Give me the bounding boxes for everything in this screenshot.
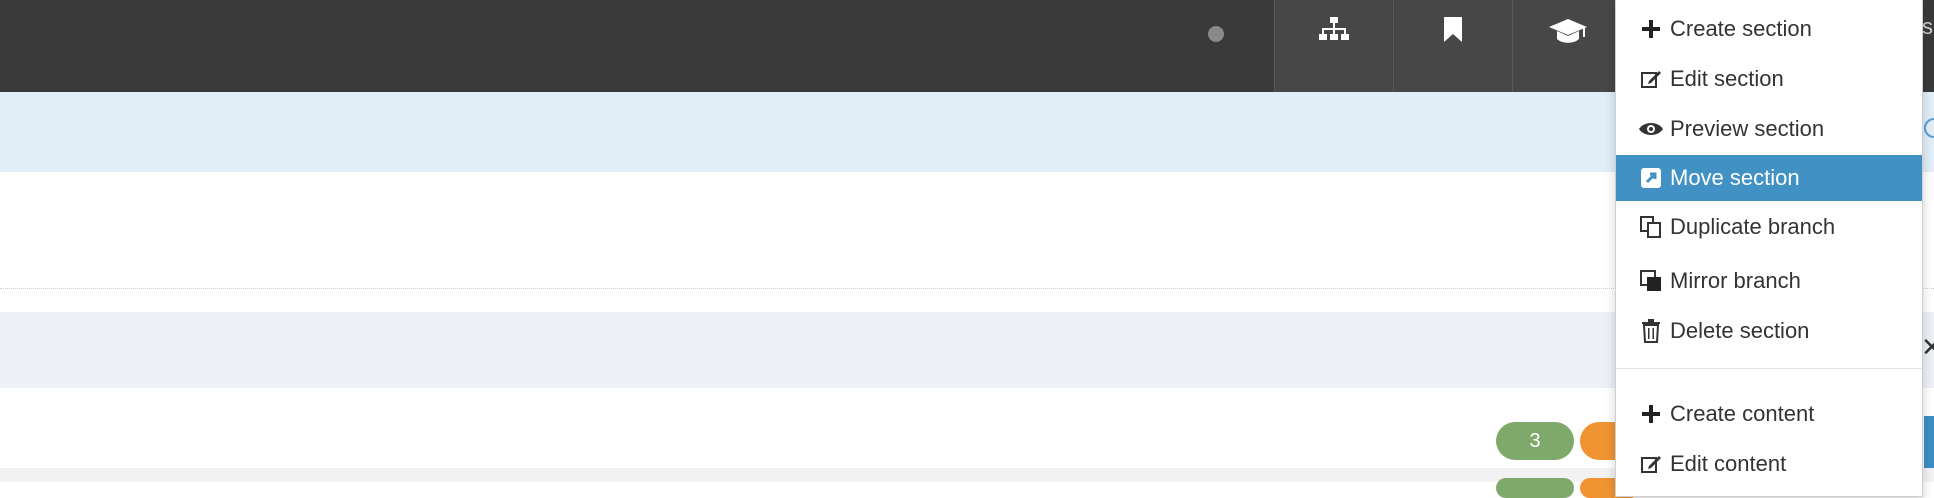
copy-icon (1636, 215, 1666, 239)
menu-item-mirror-branch[interactable]: Mirror branch (1616, 258, 1922, 304)
plus-icon (1636, 404, 1666, 424)
count-badge-lower (1496, 478, 1574, 498)
clipped-label: s (1922, 14, 1933, 39)
menu-item-create-section[interactable]: Create section (1616, 6, 1922, 52)
count-badge: 3 (1496, 422, 1574, 460)
sitemap-button[interactable] (1274, 0, 1393, 92)
trash-icon (1636, 319, 1666, 343)
bookmark-button[interactable] (1393, 0, 1512, 92)
menu-item-label: Create section (1670, 16, 1812, 41)
menu-item-move-section[interactable]: Move section (1616, 155, 1922, 201)
section-actions-dropdown: Create section Edit section Preview sect… (1615, 0, 1923, 497)
menu-item-duplicate-branch[interactable]: Duplicate branch (1616, 204, 1922, 250)
plus-icon (1636, 19, 1666, 39)
edit-icon (1636, 453, 1666, 475)
bookmark-icon (1444, 17, 1462, 42)
move-icon (1636, 167, 1666, 189)
menu-item-label: Duplicate branch (1670, 214, 1836, 239)
menu-divider (1616, 368, 1922, 369)
menu-item-label: Edit section (1670, 66, 1784, 91)
graduation-cap-icon (1549, 19, 1587, 43)
training-button[interactable] (1512, 0, 1623, 92)
sitemap-icon (1319, 17, 1349, 40)
menu-item-label: Edit content (1670, 451, 1787, 476)
eye-icon (1636, 120, 1666, 138)
edit-icon (1636, 68, 1666, 90)
menu-item-label: Delete section (1670, 318, 1810, 343)
menu-item-label: Create content (1670, 401, 1815, 426)
menu-item-label: Move section (1670, 165, 1800, 190)
menu-item-delete-section[interactable]: Delete section (1616, 308, 1922, 354)
menu-item-edit-content[interactable]: Edit content (1616, 441, 1922, 487)
menu-item-preview-section[interactable]: Preview section (1616, 106, 1922, 152)
edge-button[interactable] (1924, 416, 1934, 468)
menu-item-create-content[interactable]: Create content (1616, 391, 1922, 437)
status-dot (1208, 26, 1224, 42)
menu-item-edit-section[interactable]: Edit section (1616, 56, 1922, 102)
menu-item-label: Preview section (1670, 116, 1825, 141)
mirror-icon (1636, 269, 1666, 293)
menu-item-label: Mirror branch (1670, 268, 1801, 293)
